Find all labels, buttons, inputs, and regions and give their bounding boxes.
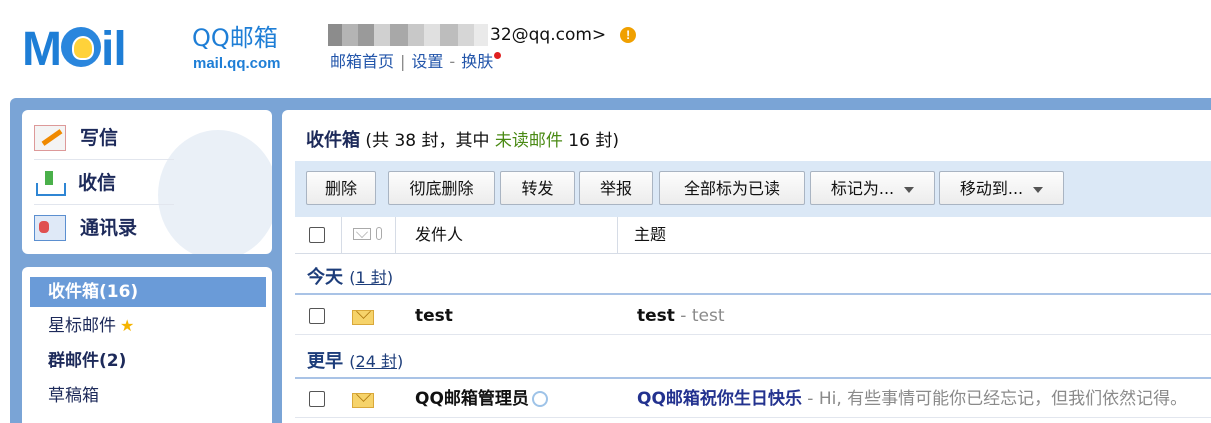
- mail-sender: test: [415, 306, 453, 326]
- group-name: 今天: [307, 267, 343, 288]
- star-icon: ★: [120, 316, 135, 335]
- inbox-summary-pre: (共 38 封，其中: [365, 131, 495, 151]
- delete-button[interactable]: 删除: [306, 171, 376, 205]
- mark-as-dropdown[interactable]: 标记为...: [810, 171, 935, 205]
- unread-envelope-icon: [352, 393, 374, 408]
- mail-table-header: 发件人 主题: [295, 217, 1211, 254]
- divider: [34, 204, 174, 205]
- account-address: 32@qq.com> !: [328, 24, 637, 46]
- verified-badge-icon: [531, 391, 548, 407]
- folder-inbox[interactable]: 收件箱(16): [30, 277, 266, 307]
- inbox-title-text: 收件箱: [306, 130, 360, 151]
- logo-brand-text: QQ邮箱: [192, 24, 278, 52]
- receive-mail-label: 收信: [78, 172, 117, 194]
- receive-mail-button[interactable]: 收信: [34, 163, 260, 203]
- inbox-summary-post: 16 封): [562, 131, 619, 151]
- mail-row[interactable]: QQ邮箱管理员 QQ邮箱祝你生日快乐 - Hi, 有些事情可能你已经忘记，但我们…: [295, 381, 1211, 418]
- mail-subject: test - test: [637, 306, 725, 326]
- sender-column-header[interactable]: 发件人: [415, 217, 463, 253]
- column-separator: [341, 217, 342, 253]
- folder-starred[interactable]: 星标邮件 ★: [30, 311, 266, 341]
- mail-list-panel: 收件箱 (共 38 封，其中 未读邮件 16 封) 删除 彻底删除 转发 举报 …: [282, 110, 1211, 423]
- blurred-account-name: [328, 24, 488, 46]
- folder-list: 收件箱(16) 星标邮件 ★ 群邮件(2) 草稿箱: [22, 267, 272, 423]
- subject-column-header[interactable]: 主题: [634, 217, 666, 253]
- qq-mail-logo[interactable]: Mil QQ邮箱 mail.qq.com: [22, 22, 322, 78]
- logo-wordmark: Mil: [22, 23, 127, 76]
- report-button[interactable]: 举报: [579, 171, 653, 205]
- column-separator: [395, 217, 396, 253]
- group-name: 更早: [307, 351, 343, 372]
- change-skin-link[interactable]: 换肤: [461, 52, 493, 71]
- folder-drafts[interactable]: 草稿箱: [30, 381, 266, 411]
- logo-bell-icon: [60, 27, 101, 67]
- mark-all-read-button[interactable]: 全部标为已读: [659, 171, 805, 205]
- contacts-label: 通讯录: [80, 217, 138, 239]
- notification-dot: [494, 52, 502, 59]
- forward-button[interactable]: 转发: [500, 171, 575, 205]
- mail-toolbar: 删除 彻底删除 转发 举报 全部标为已读 标记为... 移动到...: [295, 161, 1211, 217]
- group-header-today: 今天 (1 封): [295, 261, 1211, 295]
- address-book-icon: [34, 215, 66, 241]
- compose-icon: [34, 125, 66, 151]
- group-count-link[interactable]: 24 封: [356, 352, 397, 371]
- group-count: (24 封): [349, 352, 404, 371]
- warning-icon[interactable]: !: [620, 27, 637, 43]
- chevron-down-icon: [904, 186, 915, 193]
- mail-row[interactable]: test test - test: [295, 298, 1211, 335]
- row-checkbox[interactable]: [309, 391, 325, 407]
- read-status-column-icon[interactable]: [353, 228, 371, 240]
- account-email-suffix: 32@qq.com>: [490, 25, 607, 45]
- link-separator: -: [449, 52, 456, 71]
- write-mail-label: 写信: [80, 127, 119, 149]
- chevron-down-icon: [1033, 186, 1044, 193]
- move-to-dropdown[interactable]: 移动到...: [939, 171, 1064, 205]
- mail-subject: QQ邮箱祝你生日快乐 - Hi, 有些事情可能你已经忘记，但我们依然记得。: [637, 389, 1188, 409]
- attachment-column-icon[interactable]: [376, 227, 382, 240]
- group-count-link[interactable]: 1 封: [356, 268, 387, 287]
- unread-mail-link[interactable]: 未读邮件: [495, 131, 563, 151]
- divider: [34, 159, 174, 160]
- row-checkbox[interactable]: [309, 308, 325, 324]
- mark-as-label: 标记为...: [830, 179, 895, 198]
- quick-actions-panel: 写信 收信 通讯录: [22, 110, 272, 254]
- mail-preview: - Hi, 有些事情可能你已经忘记，但我们依然记得。: [801, 389, 1188, 409]
- folder-starred-label: 星标邮件: [48, 316, 116, 336]
- inbox-title: 收件箱 (共 38 封，其中 未读邮件 16 封): [306, 128, 619, 154]
- unread-envelope-icon: [352, 310, 374, 325]
- delete-forever-button[interactable]: 彻底删除: [388, 171, 495, 205]
- move-to-label: 移动到...: [959, 179, 1024, 198]
- inbox-download-icon: [34, 171, 66, 196]
- mail-preview: - test: [674, 306, 725, 326]
- mail-home-link[interactable]: 邮箱首页: [330, 52, 394, 71]
- select-all-checkbox[interactable]: [309, 227, 325, 243]
- write-mail-button[interactable]: 写信: [34, 118, 260, 158]
- top-links: 邮箱首页 | 设置 - 换肤: [330, 52, 502, 72]
- logo-url-text: mail.qq.com: [193, 55, 281, 72]
- mail-sender: QQ邮箱管理员: [415, 381, 548, 417]
- settings-link[interactable]: 设置: [411, 52, 443, 71]
- column-separator: [617, 217, 618, 253]
- link-separator: |: [400, 52, 406, 71]
- group-header-earlier: 更早 (24 封): [295, 345, 1211, 379]
- contacts-button[interactable]: 通讯录: [34, 208, 260, 248]
- group-count: (1 封): [349, 268, 394, 287]
- folder-group-mail[interactable]: 群邮件(2): [30, 346, 266, 376]
